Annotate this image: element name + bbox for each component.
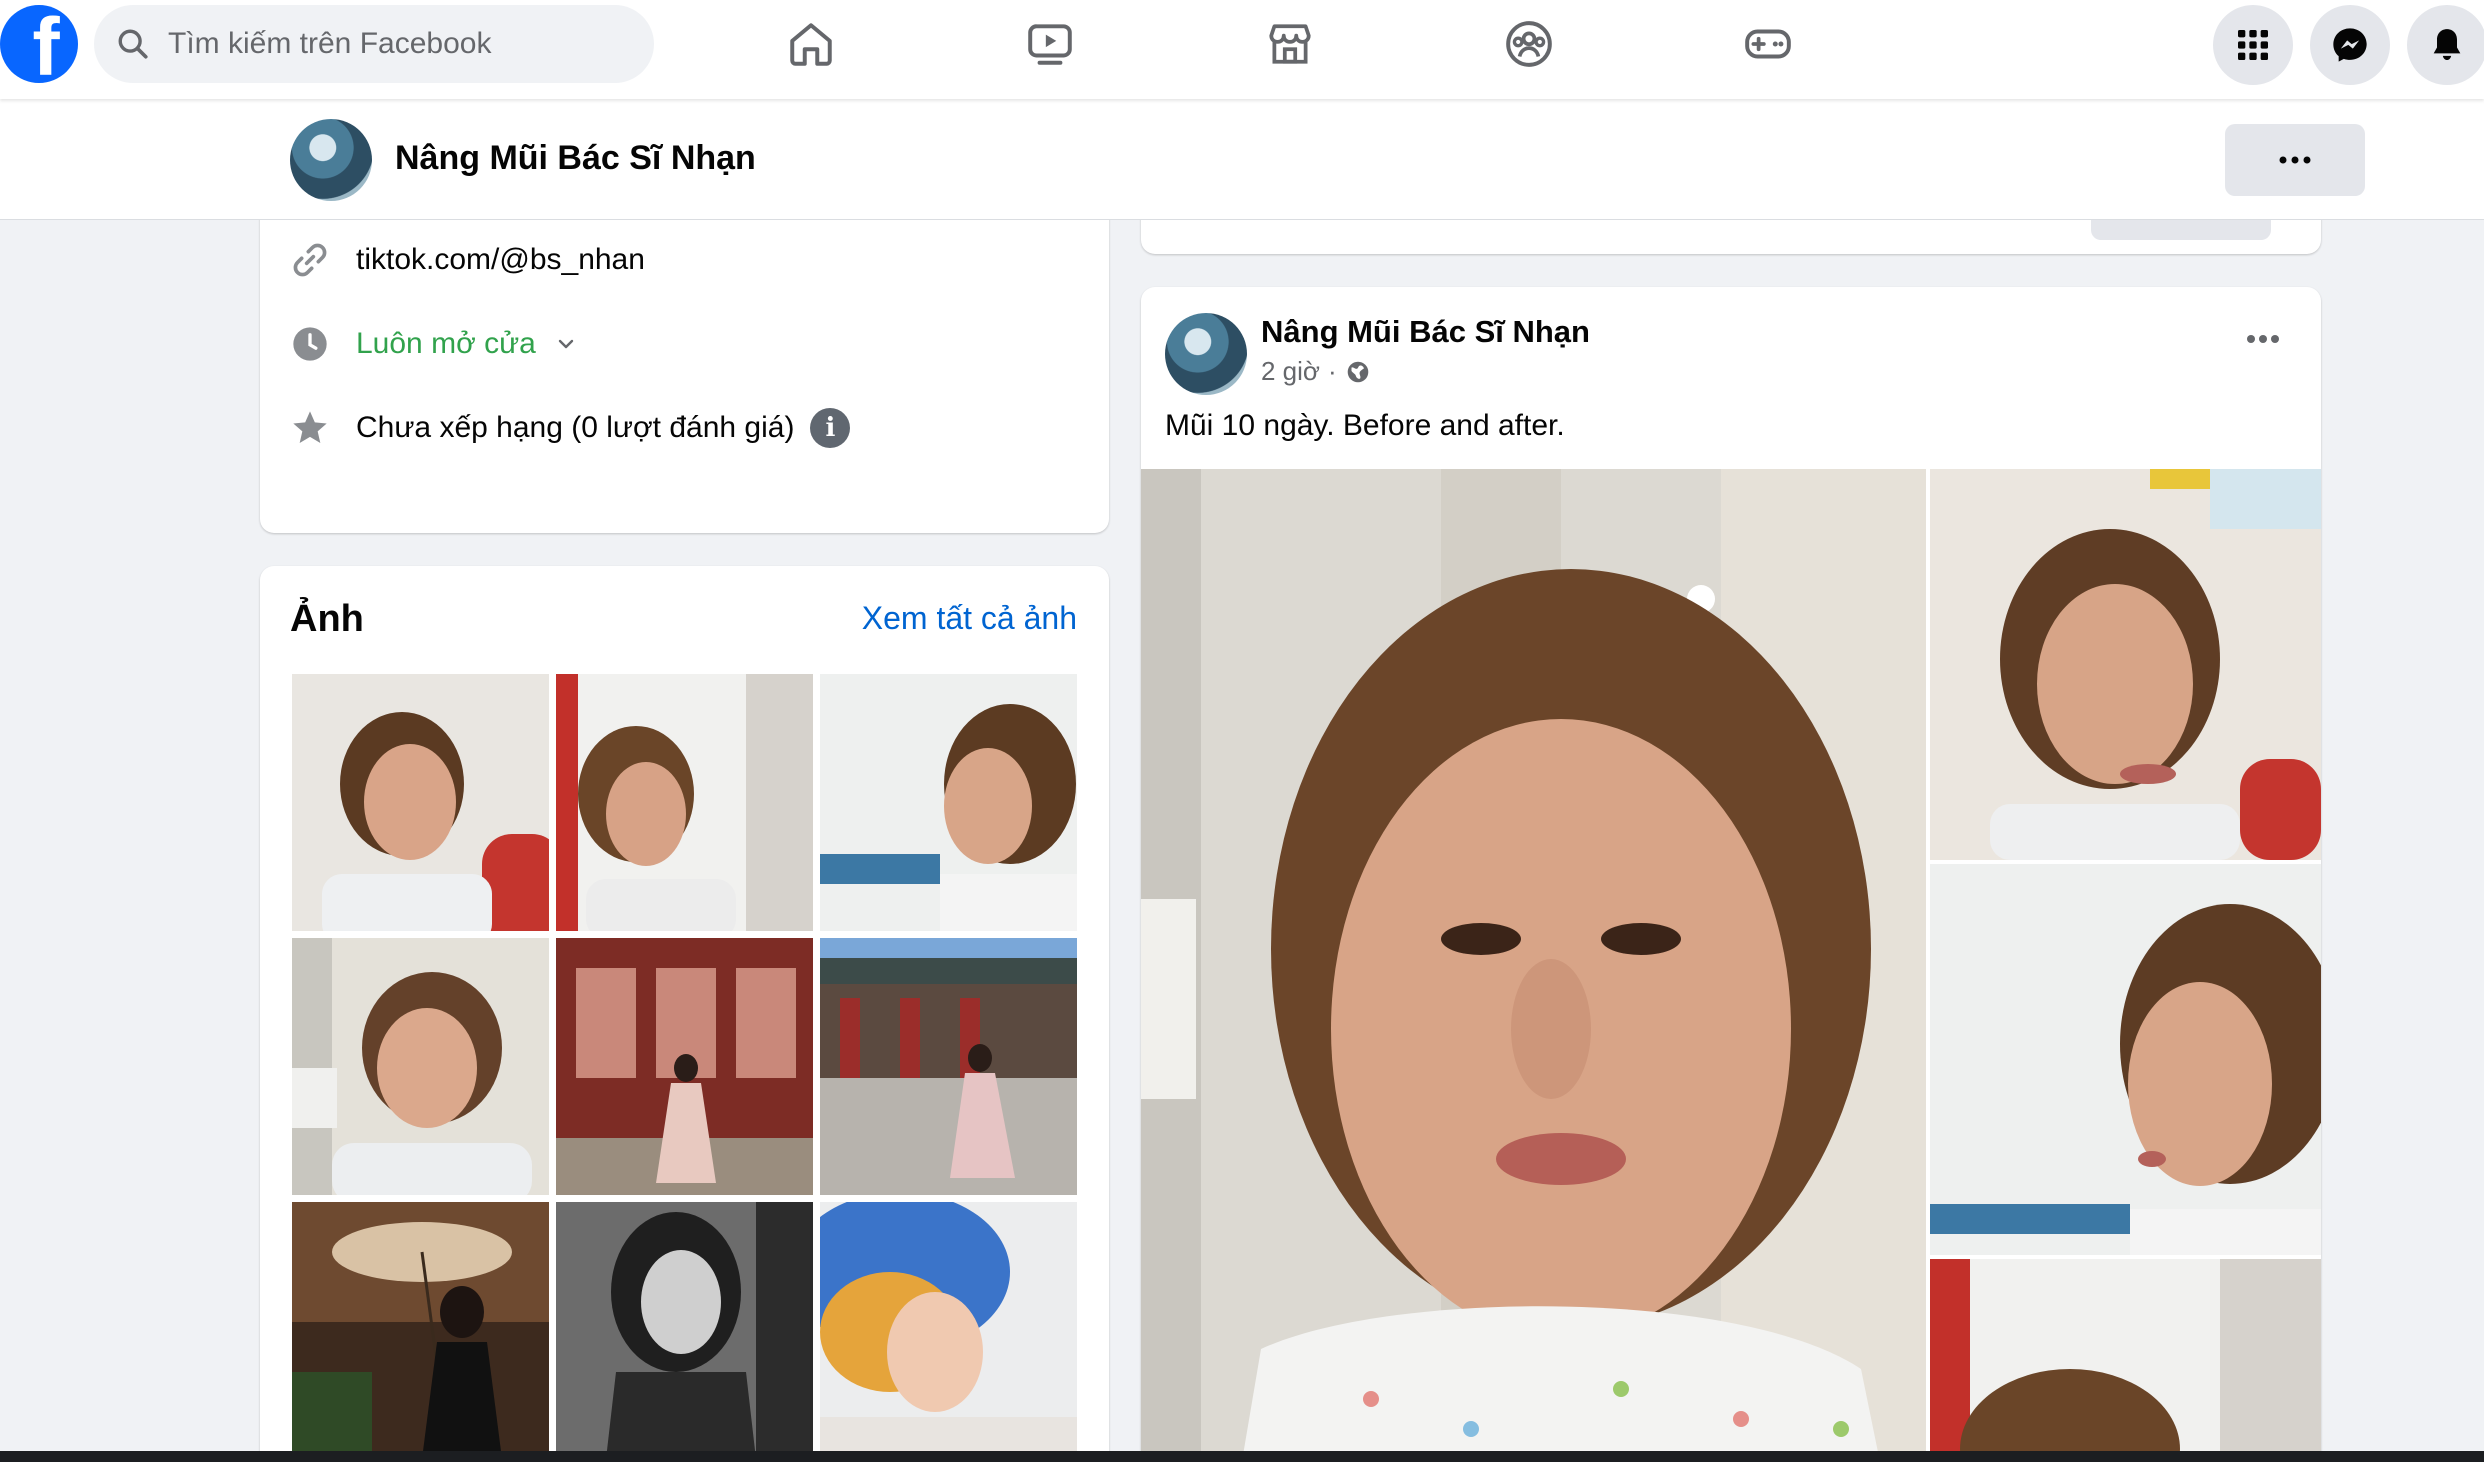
page-more-options-button[interactable] [2225,124,2365,196]
page-avatar[interactable] [290,119,372,201]
window-bottom-edge [0,1451,2484,1462]
photo-thumbnail[interactable] [820,674,1077,931]
nav-gaming[interactable] [1720,10,1816,78]
groups-icon [1506,21,1552,67]
photo-thumbnail[interactable] [820,1202,1077,1459]
notifications-bell-icon [2433,29,2461,60]
search-box[interactable] [94,5,654,83]
globe-icon [1347,361,1368,382]
see-all-photos-link[interactable]: Xem tất cả ảnh [862,600,1077,637]
post-text: Mũi 10 ngày. Before and after. [1165,409,1565,442]
photo-thumbnail[interactable] [292,1202,549,1459]
website-row: tiktok.com/@bs_nhan [290,240,645,280]
facebook-logo-letter: f [32,5,60,84]
chevron-down-icon[interactable] [554,332,578,356]
gaming-icon [1745,29,1791,59]
page-name[interactable]: Nâng Mũi Bác Sĩ Nhạn [395,139,756,178]
photos-card: Ảnh Xem tất cả ảnh [260,566,1109,1462]
rating-text: Chưa xếp hạng (0 lượt đánh giá) [356,411,795,444]
star-icon [290,408,330,448]
intro-card: tiktok.com/@bs_nhan Luôn mở cửa Chưa xếp… [260,200,1109,533]
website-link[interactable]: tiktok.com/@bs_nhan [356,243,645,277]
photo-thumbnail[interactable] [292,674,549,931]
menu-button[interactable] [2213,5,2293,85]
nav-groups[interactable] [1481,10,1577,78]
messenger-button[interactable] [2310,5,2390,85]
post-more-options-icon[interactable] [2245,333,2281,345]
post-meta: 2 giờ · [1261,356,1371,387]
post-author-name[interactable]: Nâng Mũi Bác Sĩ Nhạn [1261,314,1590,350]
photo-thumbnail[interactable] [292,938,549,1195]
nav-home[interactable] [763,10,859,78]
post-photo-main[interactable] [1141,469,1926,1462]
photo-thumbnail[interactable] [556,1202,813,1459]
hours-row: Luôn mở cửa [290,324,578,364]
nav-marketplace[interactable] [1242,10,1338,78]
meta-separator: · [1327,356,1337,386]
more-dots-icon [2279,156,2311,164]
photo-thumbnail[interactable] [556,938,813,1195]
clock-icon [290,324,330,364]
messenger-icon [2333,28,2367,62]
search-icon [118,29,148,59]
rating-row: Chưa xếp hạng (0 lượt đánh giá) i [290,408,851,448]
post-photo-side[interactable] [1930,864,2321,1255]
nav-video[interactable] [1002,10,1098,78]
post-timestamp[interactable]: 2 giờ [1261,356,1320,387]
post-card: Nâng Mũi Bác Sĩ Nhạn 2 giờ · Mũi 10 ngày… [1141,287,2321,1462]
facebook-logo[interactable]: f [0,5,78,83]
photo-thumbnail[interactable] [556,674,813,931]
photos-title: Ảnh [290,598,364,640]
post-photo-side[interactable] [1930,1259,2321,1462]
link-icon [290,240,330,280]
search-input[interactable] [168,27,628,61]
page-header: Nâng Mũi Bác Sĩ Nhạn [0,99,2484,220]
menu-grid-icon [2238,30,2268,60]
video-icon [1028,24,1072,65]
hours-status[interactable]: Luôn mở cửa [356,327,536,361]
photo-thumbnail[interactable] [820,938,1077,1195]
post-author-avatar[interactable] [1165,313,1247,395]
marketplace-icon [1269,24,1311,64]
notifications-button[interactable] [2407,5,2484,85]
top-navigation-bar: f [0,0,2484,99]
home-icon [790,23,832,66]
info-icon[interactable]: i [810,408,851,448]
post-photo-side[interactable] [1930,469,2321,860]
